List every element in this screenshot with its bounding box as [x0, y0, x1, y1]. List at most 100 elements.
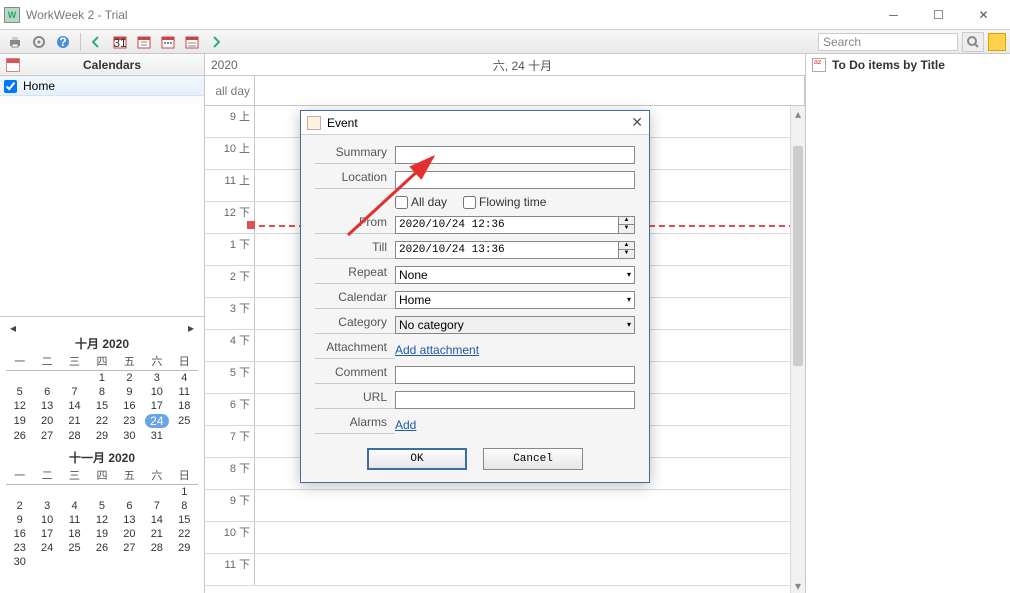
- mini-cal-day[interactable]: [6, 371, 33, 386]
- mini-cal-day[interactable]: 28: [143, 541, 170, 555]
- mini-cal-day[interactable]: 23: [116, 413, 143, 429]
- help-button[interactable]: ?: [52, 32, 74, 52]
- maximize-button[interactable]: ☐: [916, 1, 961, 29]
- cancel-button[interactable]: Cancel: [483, 448, 583, 470]
- mini-cal-day[interactable]: 17: [143, 399, 170, 413]
- scroll-up-arrow[interactable]: ▴: [791, 106, 805, 121]
- mini-cal-day[interactable]: 25: [61, 541, 88, 555]
- mini-cal-day[interactable]: 25: [171, 413, 198, 429]
- mini-cal-day[interactable]: 17: [33, 527, 60, 541]
- cal-month-button[interactable]: [157, 32, 179, 52]
- next-button[interactable]: [205, 32, 227, 52]
- settings-button[interactable]: [28, 32, 50, 52]
- prev-month[interactable]: ◂: [10, 321, 16, 335]
- mini-cal-day[interactable]: 15: [88, 399, 115, 413]
- mini-cal-day[interactable]: 14: [61, 399, 88, 413]
- calendar-checkbox-home[interactable]: [4, 80, 17, 93]
- mini-cal-day[interactable]: 28: [61, 429, 88, 443]
- next-month[interactable]: ▸: [188, 321, 194, 335]
- add-attachment-link[interactable]: Add attachment: [395, 343, 479, 357]
- mini-cal-day[interactable]: 22: [171, 527, 198, 541]
- mini-cal-day[interactable]: [6, 485, 33, 500]
- mini-cal-day[interactable]: 4: [171, 371, 198, 386]
- location-input[interactable]: [395, 171, 635, 189]
- category-select[interactable]: No category▾: [395, 316, 635, 334]
- mini-cal-day[interactable]: [61, 555, 88, 569]
- repeat-select[interactable]: None▾: [395, 266, 635, 284]
- minimize-button[interactable]: ─: [871, 1, 916, 29]
- from-input[interactable]: [395, 216, 619, 234]
- hour-row[interactable]: 10 下: [205, 522, 790, 554]
- cal-week-button[interactable]: [133, 32, 155, 52]
- mini-cal-day[interactable]: [143, 555, 170, 569]
- prev-button[interactable]: [85, 32, 107, 52]
- print-button[interactable]: [4, 32, 26, 52]
- mini-cal-day[interactable]: 8: [171, 499, 198, 513]
- mini-cal-day[interactable]: 6: [116, 499, 143, 513]
- mini-cal-day[interactable]: 24: [33, 541, 60, 555]
- mini-cal-day[interactable]: 10: [143, 385, 170, 399]
- mini-cal-day[interactable]: [116, 485, 143, 500]
- ok-button[interactable]: OK: [367, 448, 467, 470]
- dialog-titlebar[interactable]: Event ✕: [301, 111, 649, 135]
- mini-cal-day[interactable]: 15: [171, 513, 198, 527]
- mini-cal-day[interactable]: 6: [33, 385, 60, 399]
- mini-cal-day[interactable]: [33, 371, 60, 386]
- mini-cal-day[interactable]: 29: [171, 541, 198, 555]
- mini-cal-day[interactable]: [33, 555, 60, 569]
- mini-cal-day[interactable]: 2: [116, 371, 143, 386]
- mini-cal-day[interactable]: 2: [6, 499, 33, 513]
- summary-input[interactable]: [395, 146, 635, 164]
- mini-cal-day[interactable]: 11: [171, 385, 198, 399]
- mini-cal-day[interactable]: 13: [116, 513, 143, 527]
- mini-cal-day[interactable]: 3: [33, 499, 60, 513]
- mini-cal-day[interactable]: 19: [88, 527, 115, 541]
- notes-button[interactable]: [988, 33, 1006, 51]
- cal-day-button[interactable]: 31: [109, 32, 131, 52]
- mini-cal-day[interactable]: [61, 485, 88, 500]
- mini-cal-day[interactable]: 7: [61, 385, 88, 399]
- till-input[interactable]: [395, 241, 619, 259]
- vertical-scrollbar[interactable]: ▴ ▾: [790, 106, 805, 593]
- mini-cal-day[interactable]: 8: [88, 385, 115, 399]
- mini-cal-day[interactable]: 5: [6, 385, 33, 399]
- mini-cal-day[interactable]: 29: [88, 429, 115, 443]
- mini-cal-day[interactable]: [61, 371, 88, 386]
- from-spinner[interactable]: ▲▼: [619, 216, 635, 234]
- mini-cal-day[interactable]: 4: [61, 499, 88, 513]
- mini-cal-day[interactable]: 12: [88, 513, 115, 527]
- search-input[interactable]: [818, 33, 958, 51]
- hour-row[interactable]: 11 下: [205, 554, 790, 586]
- calendar-item-home[interactable]: Home: [0, 76, 204, 96]
- mini-cal-day[interactable]: [116, 555, 143, 569]
- mini-cal-day[interactable]: 10: [33, 513, 60, 527]
- mini-cal-day[interactable]: 16: [116, 399, 143, 413]
- mini-cal-day[interactable]: 18: [171, 399, 198, 413]
- mini-cal-day[interactable]: [143, 485, 170, 500]
- mini-cal-day[interactable]: [88, 555, 115, 569]
- mini-cal-day[interactable]: 14: [143, 513, 170, 527]
- flowing-time-checkbox[interactable]: Flowing time: [463, 195, 546, 209]
- todo-header[interactable]: To Do items by Title: [806, 54, 1010, 76]
- mini-cal-day[interactable]: 13: [33, 399, 60, 413]
- add-alarm-link[interactable]: Add: [395, 418, 416, 432]
- mini-cal-day[interactable]: [33, 485, 60, 500]
- scroll-down-arrow[interactable]: ▾: [791, 578, 805, 593]
- calendar-select[interactable]: Home▾: [395, 291, 635, 309]
- mini-cal-day[interactable]: 30: [116, 429, 143, 443]
- cal-list-button[interactable]: [181, 32, 203, 52]
- mini-cal-day[interactable]: 9: [6, 513, 33, 527]
- mini-cal-day[interactable]: 12: [6, 399, 33, 413]
- close-button[interactable]: ✕: [961, 1, 1006, 29]
- mini-cal-day[interactable]: 26: [6, 429, 33, 443]
- all-day-checkbox[interactable]: All day: [395, 195, 447, 209]
- mini-cal-day[interactable]: 20: [33, 413, 60, 429]
- mini-cal-day[interactable]: 9: [116, 385, 143, 399]
- hour-row[interactable]: 9 下: [205, 490, 790, 522]
- mini-cal-day[interactable]: [171, 555, 198, 569]
- scroll-thumb[interactable]: [793, 146, 803, 366]
- mini-cal-day[interactable]: 21: [61, 413, 88, 429]
- mini-cal-day[interactable]: 19: [6, 413, 33, 429]
- search-button[interactable]: [962, 32, 984, 52]
- mini-cal-day[interactable]: 22: [88, 413, 115, 429]
